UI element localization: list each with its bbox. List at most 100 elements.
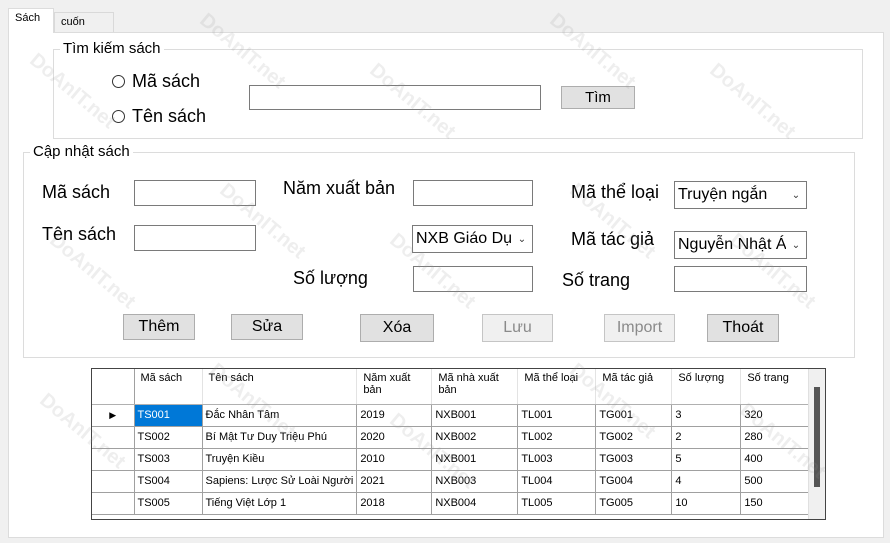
table-cell[interactable]: NXB002 bbox=[431, 426, 519, 449]
table-cell[interactable]: Sapiens: Lược Sử Loài Người bbox=[202, 470, 358, 493]
table-cell[interactable]: TG005 bbox=[595, 492, 673, 515]
row-header[interactable] bbox=[92, 492, 135, 515]
col-ten-sach[interactable]: Tên sách bbox=[202, 369, 358, 405]
table-cell[interactable]: TG004 bbox=[595, 470, 673, 493]
table-row[interactable]: TS002 Bí Mật Tư Duy Triệu Phú 2020 NXB002 TL… bbox=[92, 426, 810, 449]
ma-the-loai-label: Mã thể loại bbox=[571, 182, 660, 202]
table-cell[interactable]: TS002 bbox=[134, 426, 203, 449]
table-cell[interactable]: 2 bbox=[671, 426, 742, 449]
table-row[interactable]: TS004 Sapiens: Lược Sử Loài Người 2021 NXB0… bbox=[92, 470, 810, 493]
table-cell[interactable]: NXB004 bbox=[431, 492, 519, 515]
table-cell[interactable]: NXB001 bbox=[431, 448, 519, 471]
table-cell[interactable]: Tiếng Việt Lớp 1 bbox=[202, 492, 358, 515]
table-cell[interactable]: 2021 bbox=[356, 470, 433, 493]
luu-button[interactable]: Lưu bbox=[482, 314, 553, 342]
table-cell[interactable]: TS003 bbox=[134, 448, 203, 471]
radio-circle-icon[interactable] bbox=[112, 110, 125, 123]
row-header-corner bbox=[92, 369, 135, 405]
table-cell[interactable]: 150 bbox=[740, 492, 810, 515]
table-row[interactable]: TS003 Truyện Kiều 2010 NXB001 TL003 TG003 5 400 bbox=[92, 448, 810, 471]
search-group-title: Tìm kiếm sách bbox=[60, 40, 164, 58]
scrollbar-thumb[interactable] bbox=[814, 387, 820, 487]
grid-header-row: Mã sách Tên sách Năm xuất bản Mã nhà xuấ… bbox=[92, 369, 810, 405]
search-group: Tìm kiếm sách Mã sách Tên sách Tìm bbox=[53, 40, 863, 139]
row-header[interactable]: ▶ bbox=[92, 404, 135, 427]
col-ma-the-loai[interactable]: Mã thể loại bbox=[517, 369, 597, 405]
table-cell[interactable]: 10 bbox=[671, 492, 742, 515]
chevron-down-icon[interactable]: ⌄ bbox=[786, 182, 806, 208]
col-ma-tac-gia[interactable]: Mã tác giả bbox=[595, 369, 673, 405]
row-header[interactable] bbox=[92, 448, 135, 471]
ma-sach-input[interactable] bbox=[134, 180, 256, 206]
xoa-button[interactable]: Xóa bbox=[360, 314, 434, 342]
ma-tac-gia-label: Mã tác giả bbox=[571, 229, 655, 249]
so-trang-input[interactable] bbox=[674, 266, 807, 292]
ma-the-loai-value: Truyện ngắn bbox=[678, 186, 768, 203]
table-cell[interactable]: TG001 bbox=[595, 404, 673, 427]
table-cell[interactable]: 2018 bbox=[356, 492, 433, 515]
table-cell[interactable]: 2020 bbox=[356, 426, 433, 449]
table-cell[interactable]: TL005 bbox=[517, 492, 597, 515]
table-cell[interactable]: TS001 bbox=[134, 404, 203, 427]
search-button[interactable]: Tìm bbox=[561, 86, 635, 109]
import-button[interactable]: Import bbox=[604, 314, 675, 342]
radio-circle-icon[interactable] bbox=[112, 75, 125, 88]
table-cell[interactable]: TL003 bbox=[517, 448, 597, 471]
grid-vertical-scrollbar[interactable] bbox=[808, 369, 825, 519]
nam-xuat-ban-input[interactable] bbox=[413, 180, 533, 206]
table-cell[interactable]: TL002 bbox=[517, 426, 597, 449]
table-cell[interactable]: Đắc Nhân Tâm bbox=[202, 404, 358, 427]
table-cell[interactable]: 5 bbox=[671, 448, 742, 471]
table-cell[interactable]: 2019 bbox=[356, 404, 433, 427]
tab-cuon-sach[interactable]: cuốn sách bbox=[54, 12, 114, 46]
so-trang-label: Số trang bbox=[562, 270, 631, 290]
table-cell[interactable]: TG002 bbox=[595, 426, 673, 449]
row-header[interactable] bbox=[92, 426, 135, 449]
sua-button[interactable]: Sửa bbox=[231, 314, 303, 340]
so-luong-label: Số lượng bbox=[293, 268, 368, 288]
chevron-down-icon[interactable]: ⌄ bbox=[786, 232, 806, 258]
search-input[interactable] bbox=[249, 85, 541, 110]
ten-sach-label: Tên sách bbox=[42, 224, 117, 244]
ten-sach-input[interactable] bbox=[134, 225, 256, 251]
chevron-down-icon[interactable]: ⌄ bbox=[512, 226, 532, 252]
ma-nha-xb-select[interactable]: NXB Giáo Dục ⌄ bbox=[412, 225, 533, 253]
update-group-title: Cập nhật sách bbox=[30, 143, 133, 161]
so-luong-input[interactable] bbox=[413, 266, 533, 292]
row-header[interactable] bbox=[92, 470, 135, 493]
col-ma-sach[interactable]: Mã sách bbox=[134, 369, 203, 405]
table-cell[interactable]: Truyện Kiều bbox=[202, 448, 358, 471]
table-cell[interactable]: 320 bbox=[740, 404, 810, 427]
table-cell[interactable]: 3 bbox=[671, 404, 742, 427]
table-cell[interactable]: 4 bbox=[671, 470, 742, 493]
col-nam-xuat-ban[interactable]: Năm xuất bản bbox=[356, 369, 433, 405]
table-row[interactable]: TS005 Tiếng Việt Lớp 1 2018 NXB004 TL005 TG00… bbox=[92, 492, 810, 515]
thoat-button[interactable]: Thoát bbox=[707, 314, 779, 342]
radio-search-by-id[interactable]: Mã sách bbox=[112, 71, 200, 92]
table-cell[interactable]: TL001 bbox=[517, 404, 597, 427]
tab-sach[interactable]: Sách bbox=[8, 8, 54, 33]
table-cell[interactable]: 2010 bbox=[356, 448, 433, 471]
books-grid[interactable]: Mã sách Tên sách Năm xuất bản Mã nhà xuấ… bbox=[91, 368, 826, 520]
tab-sach-label: Sách bbox=[15, 12, 41, 24]
radio-search-by-id-label: Mã sách bbox=[132, 71, 201, 91]
table-cell[interactable]: 500 bbox=[740, 470, 810, 493]
ma-the-loai-select[interactable]: Truyện ngắn ⌄ bbox=[674, 181, 807, 209]
table-cell[interactable]: 400 bbox=[740, 448, 810, 471]
table-row[interactable]: ▶ TS001 Đắc Nhân Tâm 2019 NXB001 TL001 TG001 3 3… bbox=[92, 404, 810, 427]
col-so-trang[interactable]: Số trang bbox=[740, 369, 810, 405]
radio-search-by-name-label: Tên sách bbox=[132, 106, 207, 126]
radio-search-by-name[interactable]: Tên sách bbox=[112, 106, 206, 127]
col-ma-nha-xuat-ban[interactable]: Mã nhà xuất bản bbox=[431, 369, 519, 405]
table-cell[interactable]: 280 bbox=[740, 426, 810, 449]
ma-tac-gia-select[interactable]: Nguyễn Nhật Ánh ⌄ bbox=[674, 231, 807, 259]
table-cell[interactable]: TS005 bbox=[134, 492, 203, 515]
them-button[interactable]: Thêm bbox=[123, 314, 195, 340]
table-cell[interactable]: TG003 bbox=[595, 448, 673, 471]
col-so-luong[interactable]: Số lượng bbox=[671, 369, 742, 405]
table-cell[interactable]: TL004 bbox=[517, 470, 597, 493]
table-cell[interactable]: TS004 bbox=[134, 470, 203, 493]
table-cell[interactable]: NXB003 bbox=[431, 470, 519, 493]
table-cell[interactable]: NXB001 bbox=[431, 404, 519, 427]
table-cell[interactable]: Bí Mật Tư Duy Triệu Phú bbox=[202, 426, 358, 449]
